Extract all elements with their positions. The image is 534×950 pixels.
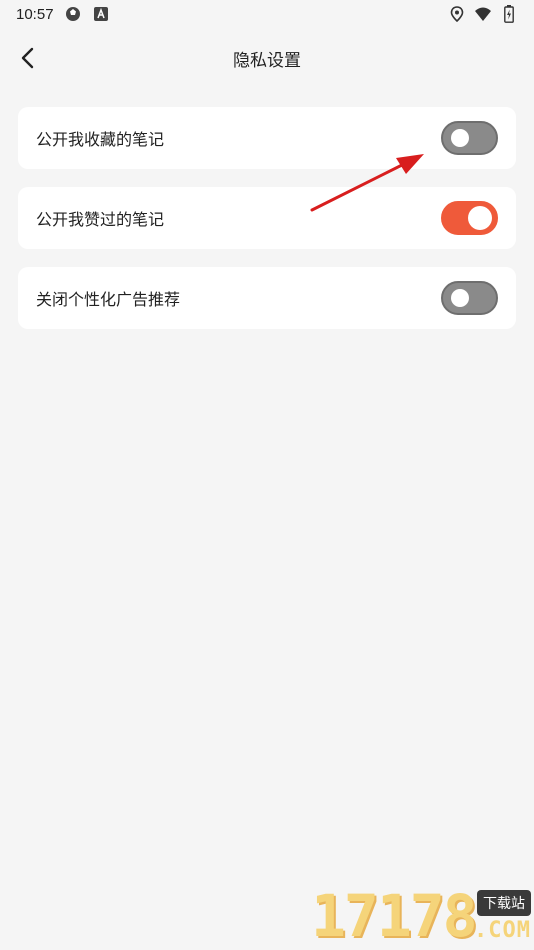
setting-disable-personalized-ads: 关闭个性化广告推荐 — [18, 267, 516, 329]
a-badge-icon — [92, 5, 110, 23]
toggle-knob — [451, 129, 469, 147]
status-right — [448, 5, 518, 23]
chevron-left-icon — [21, 47, 34, 69]
page-title: 隐私设置 — [233, 50, 301, 71]
watermark-logo: 17178 下载站 .COM — [305, 880, 534, 950]
toggle-public-collected-notes[interactable] — [441, 121, 498, 155]
status-time: 10:57 — [16, 5, 54, 23]
status-left: 10:57 — [16, 5, 110, 23]
ball-icon — [64, 5, 82, 23]
watermark-digits: 17178 — [311, 882, 478, 950]
setting-label: 关闭个性化广告推荐 — [36, 290, 181, 309]
toggle-public-liked-notes[interactable] — [441, 201, 498, 235]
setting-label: 公开我赞过的笔记 — [36, 210, 165, 229]
battery-icon — [500, 5, 518, 23]
toggle-disable-personalized-ads[interactable] — [441, 281, 498, 315]
settings-list: 公开我收藏的笔记 公开我赞过的笔记 关闭个性化广告推荐 — [18, 107, 516, 347]
header-bar: 隐私设置 — [0, 36, 534, 80]
location-icon — [448, 5, 466, 23]
toggle-knob — [451, 289, 469, 307]
setting-public-liked-notes: 公开我赞过的笔记 — [18, 187, 516, 249]
setting-public-collected-notes: 公开我收藏的笔记 — [18, 107, 516, 169]
status-bar: 10:57 — [0, 0, 534, 28]
toggle-knob — [468, 206, 492, 230]
back-button[interactable] — [14, 44, 42, 72]
privacy-settings-page: 10:57 隐私设置 公开我收藏的笔记 公开我赞过的笔记 关闭个性化广告推荐 1… — [0, 0, 534, 950]
watermark-tag: 下载站 — [477, 890, 531, 916]
wifi-icon — [474, 5, 492, 23]
watermark-suffix: .COM — [474, 918, 531, 943]
setting-label: 公开我收藏的笔记 — [36, 130, 165, 149]
